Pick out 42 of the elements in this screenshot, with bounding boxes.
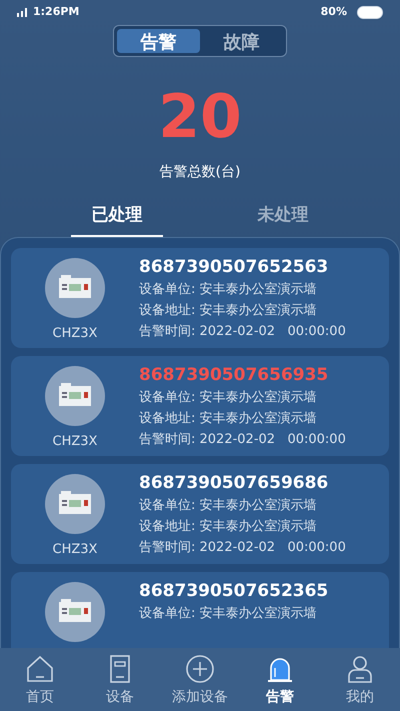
- signal-icon: [17, 8, 27, 16]
- device-card[interactable]: CHZ3X 8687390507659686 设备单位: 安丰泰办公室演示墙 设备地址: 安丰泰办公室演示墙 告警时间: 2022-02-02 00:00:00: [11, 464, 389, 564]
- device-drawing: [45, 582, 105, 642]
- tab[interactable]: 未处理: [237, 203, 329, 236]
- device-model: CHZ3X: [52, 540, 98, 558]
- device-card[interactable]: 8687390507652365 设备单位: 安丰泰办公室演示墙: [11, 572, 389, 648]
- device-drawing: [45, 366, 105, 426]
- device-time: 告警时间: 2022-02-02 00:00:00: [139, 430, 346, 448]
- device-time: 告警时间: 2022-02-02 00:00:00: [139, 322, 346, 340]
- device-address: 设备地址: 安丰泰办公室演示墙: [139, 302, 318, 320]
- device-drawing: [45, 258, 105, 318]
- device-id: 8687390507656935: [139, 364, 330, 386]
- device-unit: 设备单位: 安丰泰办公室演示墙: [139, 388, 318, 406]
- battery-icon: [357, 6, 383, 18]
- home-icon: [25, 654, 55, 684]
- nav-item[interactable]: 设备: [84, 654, 156, 708]
- device-drawing: [45, 474, 105, 534]
- device-unit: 设备单位: 安丰泰办公室演示墙: [139, 496, 318, 514]
- segment-tab[interactable]: 故障: [200, 29, 283, 53]
- nav-item[interactable]: 告警: [244, 654, 316, 708]
- status-time: 1:26PM: [33, 4, 80, 20]
- device-unit: 设备单位: 安丰泰办公室演示墙: [139, 604, 318, 622]
- device-id: 8687390507652563: [139, 256, 330, 278]
- device-model: CHZ3X: [52, 324, 98, 342]
- device-address: 设备地址: 安丰泰办公室演示墙: [139, 518, 318, 536]
- nav-item[interactable]: 首页: [4, 654, 76, 708]
- device-model: CHZ3X: [52, 432, 98, 450]
- device-id: 8687390507659686: [139, 472, 330, 494]
- nav-item[interactable]: 添加设备: [164, 654, 236, 708]
- alarm-total: 20: [157, 87, 243, 147]
- user-icon: [345, 654, 375, 684]
- device-id: 8687390507652365: [139, 580, 328, 602]
- device-time: 告警时间: 2022-02-02 00:00:00: [139, 538, 346, 556]
- battery-percent: 80%: [320, 4, 347, 20]
- device-card[interactable]: CHZ3X 8687390507652563 设备单位: 安丰泰办公室演示墙 设备地址: 安丰泰办公室演示墙 告警时间: 2022-02-02 00:00:00: [11, 248, 389, 348]
- nav-item[interactable]: 我的: [324, 654, 396, 708]
- device-address: 设备地址: 安丰泰办公室演示墙: [139, 410, 318, 428]
- device-card[interactable]: CHZ3X 8687390507656935 设备单位: 安丰泰办公室演示墙 设备地址: 安丰泰办公室演示墙 告警时间: 2022-02-02 00:00:00: [11, 356, 389, 456]
- alarm-total-label: 告警总数(台): [158, 163, 242, 182]
- add-icon: [185, 654, 215, 684]
- segment-tab[interactable]: 告警: [117, 29, 200, 53]
- device-unit: 设备单位: 安丰泰办公室演示墙: [139, 280, 318, 298]
